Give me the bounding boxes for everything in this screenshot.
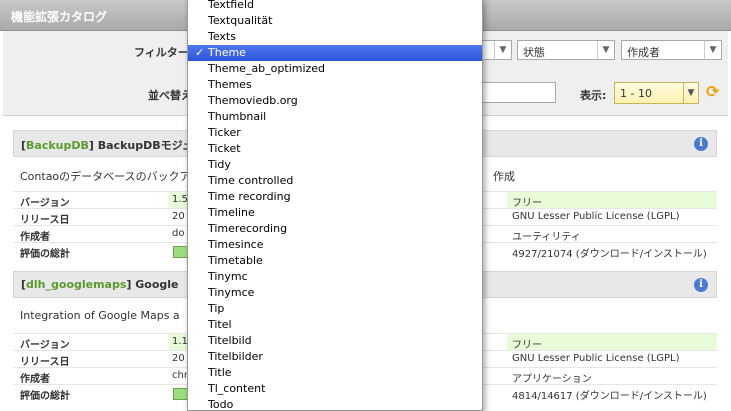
dropdown-option-label: Theme_ab_optimized [208, 62, 326, 75]
chevron-down-icon: ▼ [704, 41, 721, 59]
dropdown-option[interactable]: Titel [188, 317, 482, 333]
page-title: 機能拡張カタログ [11, 10, 108, 24]
extension-name: BackupDBモジュ [97, 139, 193, 152]
filter-label: フィルター [134, 46, 189, 59]
dropdown-option-label: Tl_content [208, 382, 266, 395]
dropdown-option[interactable]: Timesince [188, 237, 482, 253]
dropdown-option-label: Texts [208, 30, 236, 43]
dropdown-option-label: Ticker [208, 126, 241, 139]
sort-label: 並べ替え [148, 89, 192, 102]
display-label: 表示: [580, 89, 607, 102]
dropdown-option[interactable]: Texts [188, 29, 482, 45]
display-range-select[interactable]: 1 - 10 ▼ [614, 82, 699, 104]
dropdown-option[interactable]: Titelbilder [188, 349, 482, 365]
dropdown-option-label: Theme [208, 46, 246, 59]
dropdown-option[interactable]: Tip [188, 301, 482, 317]
dropdown-option-label: Tinymc [208, 270, 248, 283]
dropdown-option-label: Titelbilder [208, 350, 263, 363]
chevron-down-icon: ▼ [597, 41, 614, 59]
checkmark-icon: ✓ [195, 46, 205, 59]
dropdown-option[interactable]: Ticket [188, 141, 482, 157]
extension-description-tail: 作成 [493, 170, 515, 183]
dropdown-option-label: Tip [208, 302, 225, 315]
dropdown-option[interactable]: Tinymc [188, 269, 482, 285]
dropdown-option[interactable]: Themes [188, 77, 482, 93]
info-icon[interactable]: i [694, 278, 708, 292]
dropdown-option[interactable]: Tidy [188, 157, 482, 173]
dropdown-option-label: Titel [208, 318, 232, 331]
dropdown-option[interactable]: Tl_content [188, 381, 482, 397]
display-range-value: 1 - 10 [620, 87, 652, 100]
extension-code[interactable]: BackupDB [26, 139, 89, 152]
extension-name: Google [135, 278, 179, 291]
extension-code[interactable]: dlh_googlemaps [26, 278, 126, 291]
dropdown-option-label: Timetable [208, 254, 263, 267]
dropdown-option-label: Timesince [208, 238, 264, 251]
extension-description: Contaoのデータベースのバックア [20, 170, 191, 183]
dropdown-option[interactable]: Time controlled [188, 173, 482, 189]
chevron-down-icon: ▼ [683, 83, 698, 103]
tag-dropdown-list[interactable]: Textfield Textqualität Texts ✓ Theme Theme_ab… [187, 0, 483, 411]
dropdown-option-label: Timerecording [208, 222, 288, 235]
dropdown-option-label: Themoviedb.org [208, 94, 298, 107]
status-select[interactable]: 状態 ▼ [517, 40, 615, 60]
dropdown-option[interactable]: Textqualität [188, 13, 482, 29]
dropdown-option[interactable]: Themoviedb.org [188, 93, 482, 109]
dropdown-option[interactable]: Time recording [188, 189, 482, 205]
status-select-value: 状態 [523, 46, 545, 59]
dropdown-option-label: Ticket [208, 142, 241, 155]
dropdown-option-label: Todo [208, 398, 234, 411]
filter-select[interactable]: ▼ [482, 40, 512, 60]
dropdown-option-label: Tinymce [208, 286, 255, 299]
dropdown-option-label: Time recording [208, 190, 291, 203]
dropdown-option[interactable]: Tinymce [188, 285, 482, 301]
dropdown-option-label: Thumbnail [208, 110, 267, 123]
dropdown-option-label: Textqualität [208, 14, 273, 27]
dropdown-option[interactable]: Timetable [188, 253, 482, 269]
author-select[interactable]: 作成者 ▼ [621, 40, 722, 60]
dropdown-option-label: Timeline [208, 206, 255, 219]
dropdown-option[interactable]: ✓ Theme [188, 45, 482, 61]
extension-description: Integration of Google Maps a [20, 309, 180, 322]
dropdown-option-label: Title [208, 366, 232, 379]
dropdown-option-label: Time controlled [208, 174, 294, 187]
dropdown-option[interactable]: Textfield [188, 0, 482, 13]
dropdown-option[interactable]: Thumbnail [188, 109, 482, 125]
dropdown-option[interactable]: Theme_ab_optimized [188, 61, 482, 77]
refresh-icon[interactable]: ⟳ [706, 84, 722, 100]
dropdown-option[interactable]: Title [188, 365, 482, 381]
dropdown-option-label: Textfield [208, 0, 254, 11]
author-select-value: 作成者 [627, 46, 660, 59]
dropdown-option-label: Tidy [208, 158, 231, 171]
dropdown-option[interactable]: Ticker [188, 125, 482, 141]
dropdown-option-label: Titelbild [208, 334, 252, 347]
dropdown-option-label: Themes [208, 78, 252, 91]
dropdown-option[interactable]: Titelbild [188, 333, 482, 349]
info-icon[interactable]: i [694, 137, 708, 151]
chevron-down-icon: ▼ [494, 41, 511, 59]
dropdown-option[interactable]: Timeline [188, 205, 482, 221]
dropdown-option[interactable]: Timerecording [188, 221, 482, 237]
